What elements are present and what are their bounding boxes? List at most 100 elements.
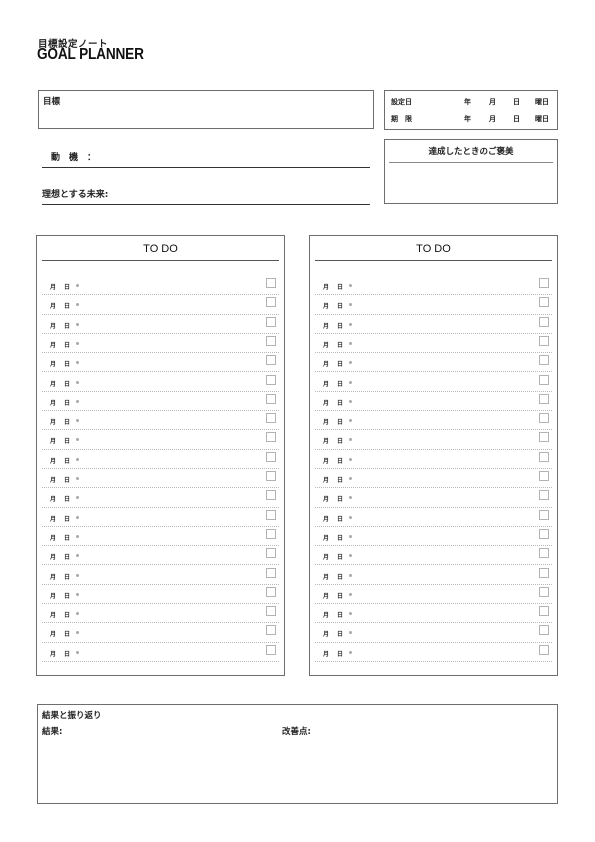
todo-row[interactable]: 月日: [42, 373, 279, 392]
todo-checkbox[interactable]: [266, 625, 276, 636]
todo-checkbox[interactable]: [266, 509, 276, 520]
todo-row[interactable]: 月日: [42, 527, 279, 547]
todo-row[interactable]: 月日: [42, 488, 279, 508]
todo-checkbox[interactable]: [539, 548, 549, 559]
month-label: 月: [50, 438, 57, 446]
todo-checkbox[interactable]: [539, 355, 549, 366]
todo-checkbox[interactable]: [266, 644, 276, 655]
todo-checkbox[interactable]: [266, 297, 276, 308]
todo-row[interactable]: 月日: [315, 488, 552, 508]
bullet-dot-icon: [76, 303, 79, 307]
bullet-dot-icon: [76, 554, 79, 558]
todo-checkbox[interactable]: [266, 606, 276, 617]
month-label: 月: [323, 438, 330, 446]
todo-row[interactable]: 月日: [42, 450, 279, 469]
todo-row[interactable]: 月日: [315, 450, 552, 469]
todo-checkbox[interactable]: [539, 509, 549, 520]
todo-checkbox[interactable]: [539, 278, 549, 288]
todo-checkbox[interactable]: [266, 413, 276, 424]
todo-row[interactable]: 月日: [315, 353, 552, 373]
reward-box[interactable]: 達成したときのご褒美: [384, 139, 558, 204]
todo-row[interactable]: 月日: [315, 373, 552, 392]
todo-row[interactable]: 月日: [315, 566, 552, 585]
todo-row[interactable]: 月日: [42, 623, 279, 643]
todo-checkbox[interactable]: [266, 548, 276, 559]
todo-row[interactable]: 月日: [315, 295, 552, 315]
todo-checkbox[interactable]: [266, 490, 276, 501]
todo-row[interactable]: 月日: [315, 643, 552, 662]
month-label: 月: [50, 284, 57, 291]
todo-row[interactable]: 月日: [315, 508, 552, 527]
todo-row[interactable]: 月日: [42, 334, 279, 354]
todo-row[interactable]: 月日: [42, 546, 279, 566]
todo-checkbox[interactable]: [266, 355, 276, 366]
todo-checkbox[interactable]: [539, 451, 549, 462]
todo-row[interactable]: 月日: [42, 469, 279, 489]
todo-row[interactable]: 月日: [315, 392, 552, 412]
todo-row[interactable]: 月日: [315, 469, 552, 489]
todo-checkbox[interactable]: [539, 528, 549, 539]
todo-row[interactable]: 月日: [42, 411, 279, 431]
todo-checkbox[interactable]: [266, 278, 276, 288]
day-label: 日: [64, 419, 71, 427]
motivation-field[interactable]: 動 機 ：: [42, 147, 370, 168]
todo-row[interactable]: 月日: [315, 411, 552, 431]
todo-checkbox[interactable]: [539, 297, 549, 308]
todo-row[interactable]: 月日: [42, 430, 279, 450]
todo-checkbox[interactable]: [539, 567, 549, 578]
todo-checkbox[interactable]: [539, 471, 549, 481]
todo-row[interactable]: 月日: [315, 527, 552, 547]
todo-checkbox[interactable]: [539, 335, 549, 346]
todo-checkbox[interactable]: [266, 528, 276, 539]
todo-row[interactable]: 月日: [315, 334, 552, 354]
todo-checkbox[interactable]: [266, 316, 276, 327]
todo-row[interactable]: 月日: [42, 508, 279, 527]
todo-checkbox[interactable]: [266, 567, 276, 578]
todo-row[interactable]: 月日: [315, 315, 552, 334]
todo-checkbox[interactable]: [539, 316, 549, 327]
todo-row[interactable]: 月日: [42, 353, 279, 373]
todo-checkbox[interactable]: [266, 335, 276, 346]
todo-row[interactable]: 月日: [315, 546, 552, 566]
todo-checkbox[interactable]: [539, 606, 549, 617]
deadline-label: 期 限: [391, 115, 412, 123]
day-label: 日: [64, 322, 71, 330]
todo-title: TO DO: [42, 236, 279, 261]
todo-row[interactable]: 月日: [42, 315, 279, 334]
goal-field[interactable]: 目標: [38, 90, 374, 129]
todo-row[interactable]: 月日: [315, 604, 552, 624]
todo-row[interactable]: 月日: [42, 392, 279, 412]
day-label: 日: [64, 592, 71, 600]
todo-row[interactable]: 月日: [42, 585, 279, 605]
todo-row[interactable]: 月日: [315, 585, 552, 605]
todo-row[interactable]: 月日: [42, 604, 279, 624]
todo-checkbox[interactable]: [539, 413, 549, 424]
todo-checkbox[interactable]: [539, 374, 549, 385]
todo-checkbox[interactable]: [539, 393, 549, 404]
todo-row[interactable]: 月日: [315, 623, 552, 643]
todo-row[interactable]: 月日: [42, 295, 279, 315]
todo-row[interactable]: 月日: [42, 276, 279, 296]
todo-checkbox[interactable]: [539, 490, 549, 501]
todo-checkbox[interactable]: [266, 393, 276, 404]
month-label: 月: [50, 573, 57, 581]
day-label: 日: [64, 380, 71, 388]
todo-row[interactable]: 月日: [315, 276, 552, 296]
todo-checkbox[interactable]: [266, 471, 276, 481]
todo-checkbox[interactable]: [266, 451, 276, 462]
ideal-future-field[interactable]: 理想とする未来:: [42, 184, 370, 205]
todo-checkbox[interactable]: [266, 586, 276, 597]
review-box[interactable]: 結果と振り返り 結果: 改善点:: [37, 704, 558, 804]
todo-row[interactable]: 月日: [315, 430, 552, 450]
set-date-row[interactable]: 設定日 年 月 日 曜日: [385, 97, 557, 111]
todo-checkbox[interactable]: [539, 644, 549, 655]
todo-checkbox[interactable]: [539, 432, 549, 443]
todo-row[interactable]: 月日: [42, 566, 279, 585]
todo-checkbox[interactable]: [539, 625, 549, 636]
todo-row[interactable]: 月日: [42, 643, 279, 662]
bullet-dot-icon: [349, 341, 352, 345]
todo-checkbox[interactable]: [266, 432, 276, 443]
deadline-row[interactable]: 期 限 年 月 日 曜日: [385, 114, 557, 128]
todo-checkbox[interactable]: [266, 374, 276, 385]
todo-checkbox[interactable]: [539, 586, 549, 597]
